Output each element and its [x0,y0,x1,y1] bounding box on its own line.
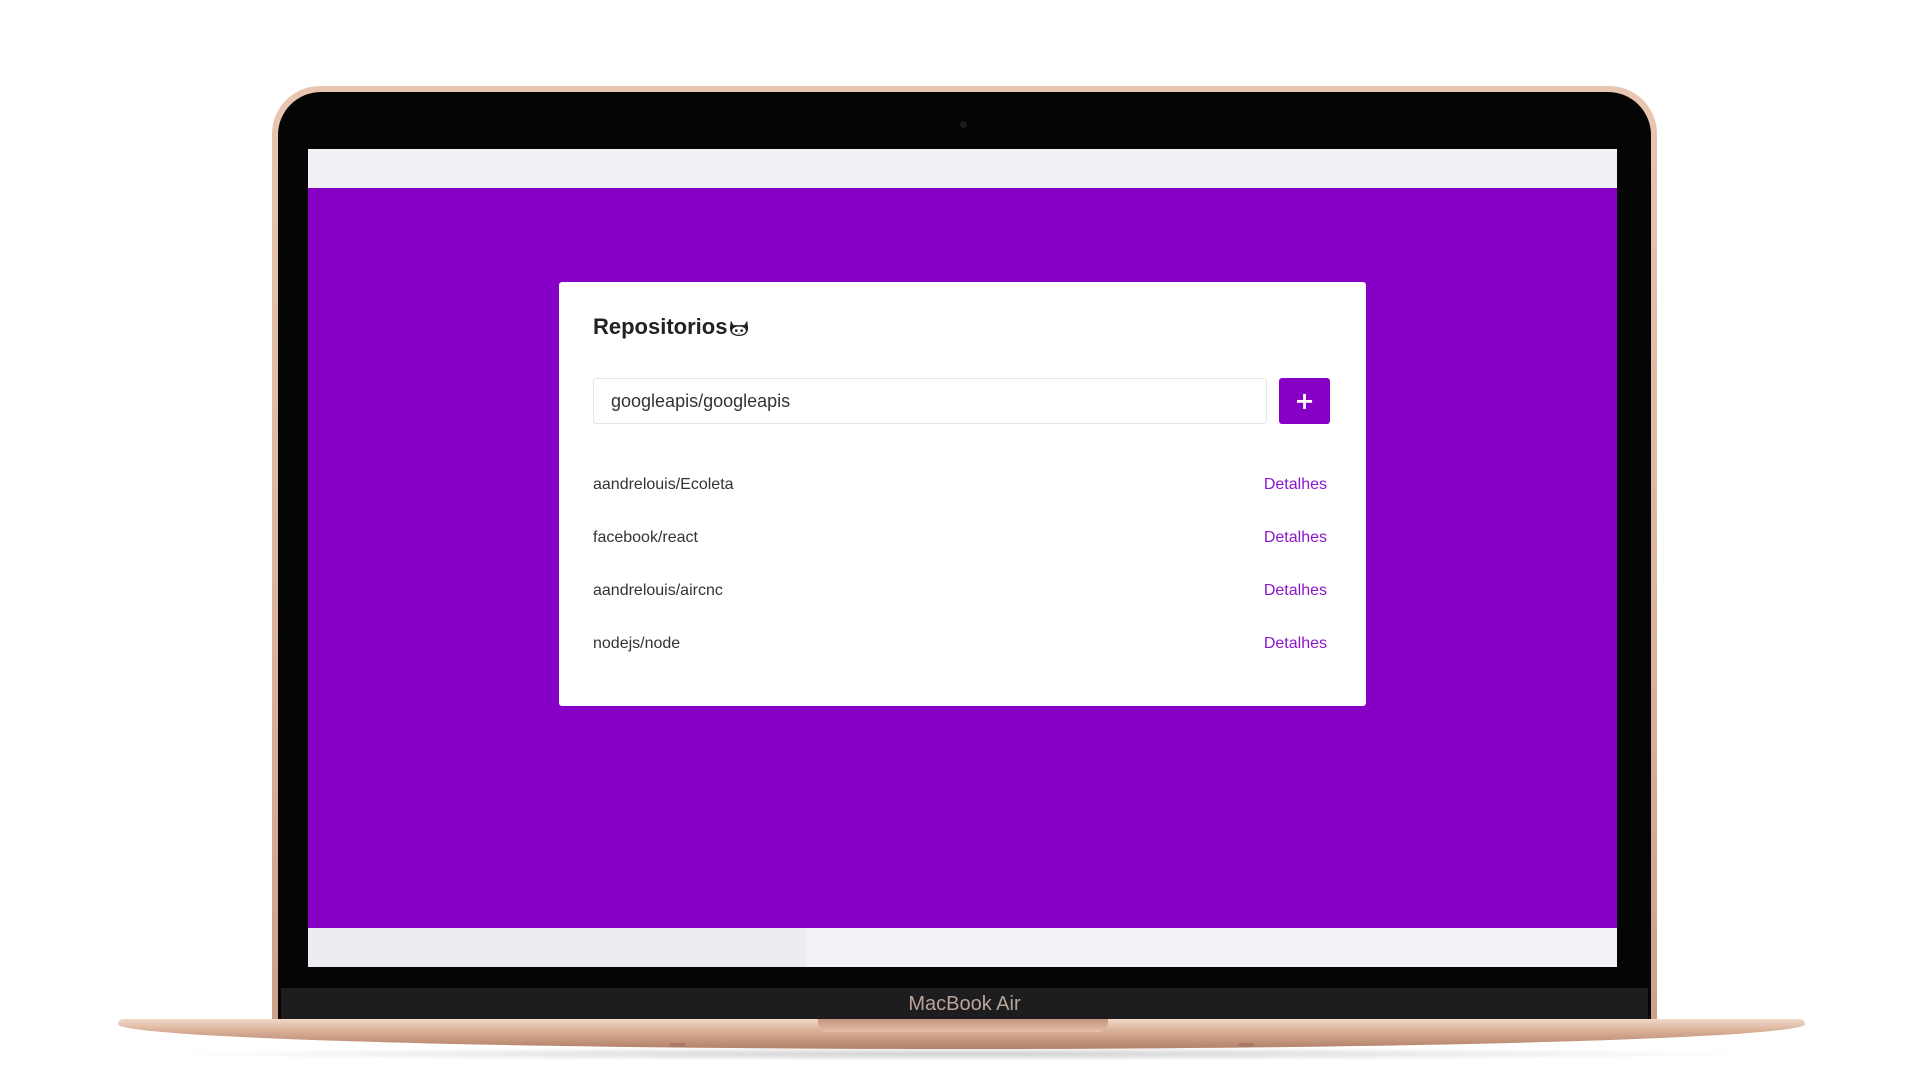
app-background: Repositorios + aandrelouis/Ecoleta Detal… [308,188,1617,928]
repository-name: aandrelouis/aircnc [593,581,723,599]
browser-bottom-bar [308,928,1617,967]
laptop-screen: Repositorios + aandrelouis/Ecoleta Detal… [308,149,1617,967]
camera-icon [960,121,967,128]
details-link[interactable]: Detalhes [1264,476,1327,494]
add-repository-form: + [593,378,1332,424]
repository-name: aandrelouis/Ecoleta [593,475,734,493]
list-item: facebook/react Detalhes [593,511,1332,564]
repository-list: aandrelouis/Ecoleta Detalhes facebook/re… [593,458,1332,670]
repository-input[interactable] [593,378,1267,424]
list-item: nodejs/node Detalhes [593,617,1332,670]
add-repository-button[interactable]: + [1279,378,1330,424]
laptop-shadow [150,1047,1770,1061]
laptop-foot-left [670,1043,686,1047]
laptop-chin: MacBook Air [281,988,1648,1021]
page-title: Repositorios [593,312,1332,342]
details-link[interactable]: Detalhes [1264,635,1327,653]
laptop-foot-right [1238,1043,1254,1047]
octocat-icon [730,320,749,337]
list-item: aandrelouis/aircnc Detalhes [593,564,1332,617]
repositories-card: Repositorios + aandrelouis/Ecoleta Detal… [559,282,1366,706]
repository-name: nodejs/node [593,634,681,652]
details-link[interactable]: Detalhes [1264,529,1327,547]
laptop-hinge-notch [818,1019,1108,1032]
details-link[interactable]: Detalhes [1264,582,1327,600]
page-title-text: Repositorios [593,314,728,339]
browser-top-bar [308,149,1617,188]
brand-label: MacBook Air [908,993,1021,1015]
list-item: aandrelouis/Ecoleta Detalhes [593,458,1332,511]
repository-name: facebook/react [593,528,698,546]
